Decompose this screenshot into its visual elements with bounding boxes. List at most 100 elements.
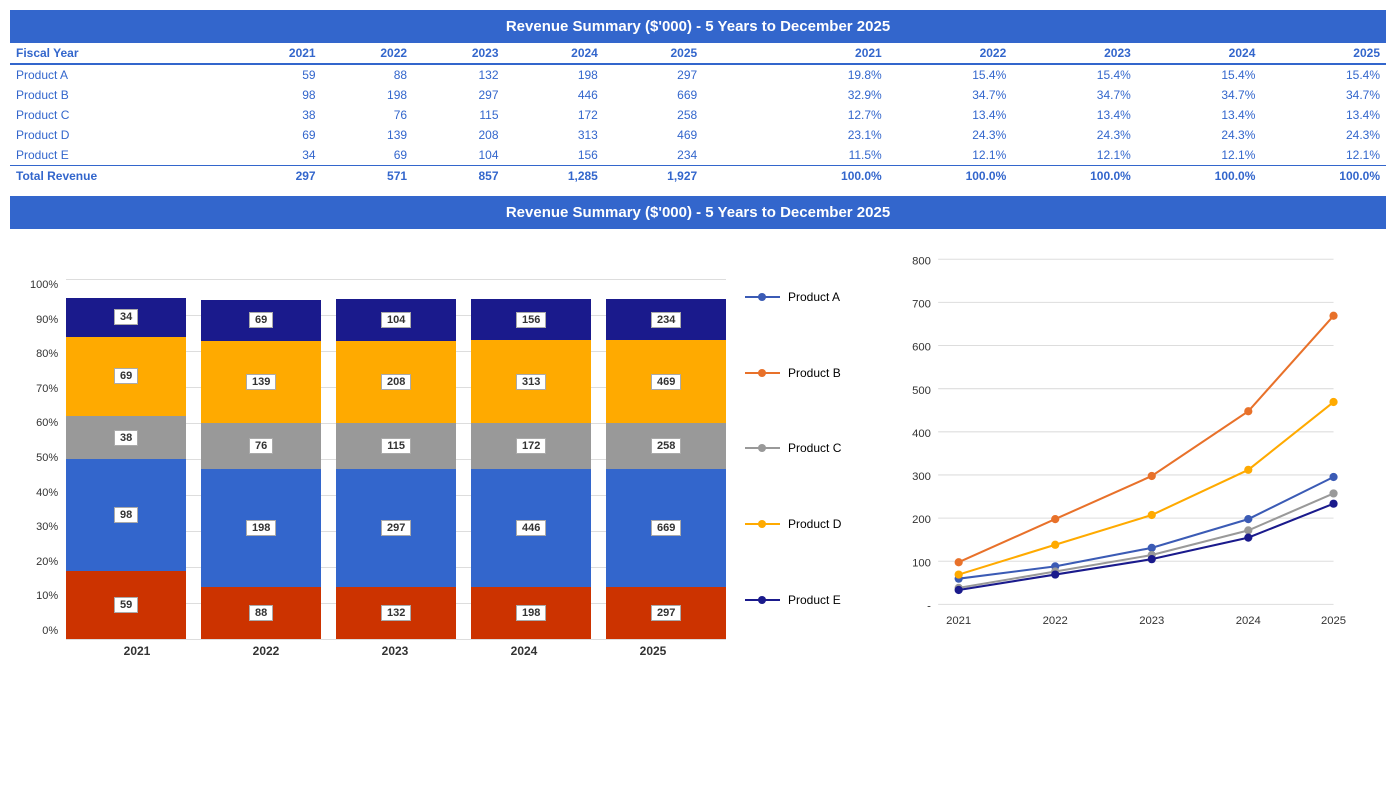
product-value: 98 (230, 85, 321, 105)
bar-segment-label: 98 (114, 507, 138, 523)
bar-segment-label: 104 (381, 312, 411, 328)
charts-title: Revenue Summary ($'000) - 5 Years to Dec… (10, 196, 1386, 229)
product-pct: 24.3% (1012, 125, 1137, 145)
svg-text:700: 700 (912, 299, 931, 311)
bar-segment: 446 (471, 469, 591, 587)
y-label-0: 0% (30, 625, 58, 637)
svg-text:300: 300 (912, 471, 931, 483)
bar-group: 198446172313156 (471, 299, 591, 639)
legend-item-d: Product D (745, 517, 845, 531)
charts-container: 100% 90% 80% 70% 60% 50% 40% 30% 20% 10%… (10, 229, 1386, 668)
svg-text:2024: 2024 (1236, 615, 1261, 627)
product-value: 172 (505, 105, 604, 125)
bar-x-label: 2022 (209, 644, 323, 658)
col-header-pct-2023: 2023 (1012, 43, 1137, 64)
product-value: 208 (413, 125, 504, 145)
bar-segment: 297 (606, 587, 726, 639)
bar-x-label: 2021 (80, 644, 194, 658)
product-value: 313 (505, 125, 604, 145)
y-label-30: 30% (30, 521, 58, 533)
product-value: 38 (230, 105, 321, 125)
svg-text:100: 100 (912, 557, 931, 569)
col-header-pct-2025: 2025 (1261, 43, 1386, 64)
legend-label-a: Product A (788, 290, 840, 304)
product-value: 88 (322, 64, 413, 85)
product-pct: 13.4% (1012, 105, 1137, 125)
bar-segment: 139 (201, 341, 321, 424)
product-pct: 34.7% (1012, 85, 1137, 105)
svg-text:2023: 2023 (1139, 615, 1164, 627)
bar-segment-label: 69 (114, 368, 138, 384)
col-header-2024: 2024 (505, 43, 604, 64)
product-pct: 13.4% (888, 105, 1013, 125)
bar-segment: 88 (201, 587, 321, 639)
table-section: Revenue Summary ($'000) - 5 Years to Dec… (10, 10, 1386, 186)
total-pct: 100.0% (1261, 166, 1386, 187)
col-header-pct-2022: 2022 (888, 43, 1013, 64)
legend-label-e: Product E (788, 593, 841, 607)
bar-segment-label: 88 (249, 605, 273, 621)
product-pct: 15.4% (1012, 64, 1137, 85)
legend-label-c: Product C (788, 441, 841, 455)
product-pct: 12.1% (1137, 145, 1262, 166)
bar-segment: 172 (471, 423, 591, 469)
bar-chart-wrapper: 100% 90% 80% 70% 60% 50% 40% 30% 20% 10%… (10, 229, 730, 668)
col-header-2022: 2022 (322, 43, 413, 64)
legend-label-b: Product B (788, 366, 841, 380)
charts-section: Revenue Summary ($'000) - 5 Years to Dec… (10, 196, 1386, 668)
bar-segment: 38 (66, 416, 186, 460)
y-label-10: 10% (30, 590, 58, 602)
product-pct: 11.5% (763, 145, 888, 166)
bar-segment-label: 208 (381, 374, 411, 390)
y-label-70: 70% (30, 383, 58, 395)
bar-segment: 156 (471, 299, 591, 340)
bar-x-label: 2024 (467, 644, 581, 658)
product-name: Product D (10, 125, 230, 145)
total-value: 1,285 (505, 166, 604, 187)
bar-segment-label: 297 (651, 605, 681, 621)
col-header-2021: 2021 (230, 43, 321, 64)
product-value: 156 (505, 145, 604, 166)
bar-segment: 59 (66, 571, 186, 639)
product-pct: 34.7% (888, 85, 1013, 105)
product-value: 59 (230, 64, 321, 85)
bar-segment-label: 313 (516, 374, 546, 390)
product-pct: 19.8% (763, 64, 888, 85)
bar-segment-label: 59 (114, 597, 138, 613)
y-label-100: 100% (30, 279, 58, 291)
svg-text:2025: 2025 (1321, 615, 1346, 627)
revenue-table: Fiscal Year 2021 2022 2023 2024 2025 202… (10, 43, 1386, 186)
bar-group: 132297115208104 (336, 299, 456, 639)
col-header-2025: 2025 (604, 43, 703, 64)
total-value: 571 (322, 166, 413, 187)
total-pct: 100.0% (1012, 166, 1137, 187)
bar-segment: 34 (66, 298, 186, 337)
y-label-80: 80% (30, 348, 58, 360)
bar-segment-label: 446 (516, 520, 546, 536)
product-value: 669 (604, 85, 703, 105)
product-value: 297 (604, 64, 703, 85)
y-label-50: 50% (30, 452, 58, 464)
y-label-60: 60% (30, 417, 58, 429)
svg-text:800: 800 (912, 255, 931, 267)
product-value: 258 (604, 105, 703, 125)
bar-segment: 69 (201, 300, 321, 341)
bar-segment-label: 132 (381, 605, 411, 621)
product-pct: 32.9% (763, 85, 888, 105)
line-chart-container: 800 700 600 500 400 300 200 100 - (860, 239, 1386, 658)
product-value: 69 (322, 145, 413, 166)
bar-segment-label: 297 (381, 520, 411, 536)
product-pct: 15.4% (888, 64, 1013, 85)
svg-text:2022: 2022 (1043, 615, 1068, 627)
total-pct: 100.0% (1137, 166, 1262, 187)
svg-text:2021: 2021 (946, 615, 971, 627)
product-value: 115 (413, 105, 504, 125)
bar-segment: 313 (471, 340, 591, 423)
bar-segment-label: 469 (651, 374, 681, 390)
col-header-pct-2024: 2024 (1137, 43, 1262, 64)
product-value: 104 (413, 145, 504, 166)
total-label: Total Revenue (10, 166, 230, 187)
product-name: Product B (10, 85, 230, 105)
product-pct: 24.3% (1261, 125, 1386, 145)
product-value: 446 (505, 85, 604, 105)
